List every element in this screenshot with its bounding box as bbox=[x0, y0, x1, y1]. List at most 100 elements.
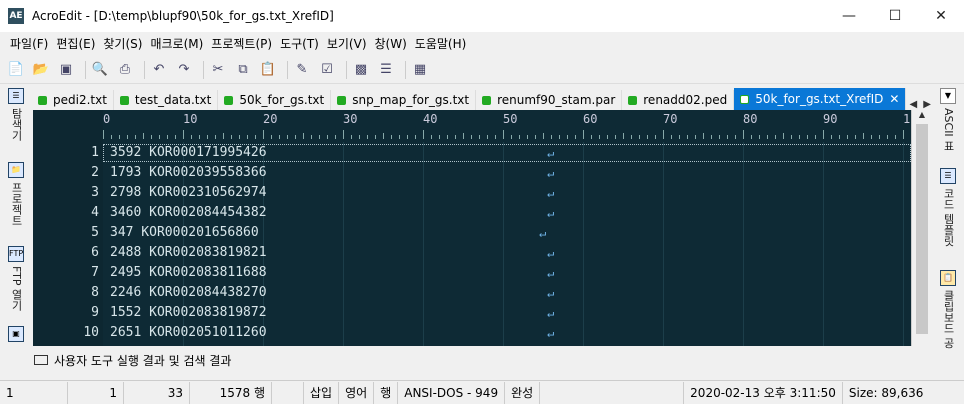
project-tab[interactable]: 📁 프로젝트 bbox=[6, 162, 26, 226]
undo-icon[interactable]: ↶ bbox=[149, 60, 169, 80]
scroll-up-icon[interactable]: ▲ bbox=[912, 110, 932, 119]
tab-snp-map[interactable]: snp_map_for_gs.txt bbox=[331, 90, 477, 110]
ruler-tick bbox=[207, 135, 208, 139]
ruler-tick bbox=[407, 135, 408, 139]
status-language[interactable]: 영어 bbox=[339, 381, 375, 404]
ruler-tick bbox=[903, 130, 904, 139]
menu-tools[interactable]: 도구(T) bbox=[276, 35, 323, 52]
new-file-icon[interactable]: 📄 bbox=[6, 60, 26, 80]
ruler-tick bbox=[719, 135, 720, 139]
tab-label: test_data.txt bbox=[134, 93, 212, 107]
list-icon[interactable]: ☰ bbox=[376, 60, 396, 80]
ruler-tick bbox=[647, 135, 648, 139]
tab-label: 50k_for_gs.txt bbox=[239, 93, 325, 107]
output-panel-tab[interactable]: 사용자 도구 실행 결과 및 검색 결과 bbox=[32, 350, 932, 370]
ascii-table-tab[interactable]: ▼ ASCII 표 bbox=[938, 88, 958, 151]
toolbar-divider bbox=[144, 60, 145, 79]
status-encoding[interactable]: ANSI-DOS - 949 bbox=[398, 381, 506, 404]
maximize-button[interactable]: ☐ bbox=[872, 0, 918, 32]
extra-panel-tab[interactable]: ▣ bbox=[6, 326, 26, 346]
text-line[interactable]: 10 2651 KOR002051011260 ↵ bbox=[33, 324, 911, 342]
ruler-tick bbox=[239, 135, 240, 139]
editor-area[interactable]: 0 10 20 30 40 50 60 70 80 90 10 1 3592 KOR000171995… bbox=[33, 110, 911, 346]
ruler-tick bbox=[479, 135, 480, 139]
clipboard-tab[interactable]: 📋 클립보드 공 bbox=[938, 270, 958, 349]
menu-view[interactable]: 보기(V) bbox=[323, 35, 371, 52]
menu-file[interactable]: 파일(F) bbox=[6, 35, 52, 52]
minimize-button[interactable]: — bbox=[826, 0, 872, 32]
status-column: 1 bbox=[68, 381, 124, 404]
ruler-tick bbox=[439, 135, 440, 139]
text-line[interactable]: 8 2246 KOR002084438270 ↵ bbox=[33, 284, 911, 302]
ruler-tick bbox=[103, 130, 104, 139]
menu-project[interactable]: 프로젝트(P) bbox=[207, 35, 276, 52]
cut-icon[interactable]: ✂ bbox=[208, 60, 228, 80]
menu-macro[interactable]: 매크로(M) bbox=[146, 35, 207, 52]
ruler-tick bbox=[495, 135, 496, 139]
window-title: AcroEdit - [D:\temp\blupf90\50k_for_gs.t… bbox=[32, 9, 334, 23]
menu-help[interactable]: 도움말(H) bbox=[411, 35, 471, 52]
copy-icon[interactable]: ⧉ bbox=[233, 60, 253, 80]
replace-icon[interactable]: ☑ bbox=[317, 60, 337, 80]
text-line[interactable]: 4 3460 KOR002084454382 ↵ bbox=[33, 204, 911, 222]
ruler-tick bbox=[567, 135, 568, 139]
print-preview-icon[interactable]: 🔍 bbox=[90, 60, 110, 80]
print-icon[interactable]: ⎙ bbox=[115, 60, 135, 80]
tab-renadd02[interactable]: renadd02.ped bbox=[622, 90, 735, 110]
ruler-tick bbox=[391, 135, 392, 139]
close-tab-icon[interactable]: ✕ bbox=[889, 92, 899, 106]
find-icon[interactable]: ✎ bbox=[292, 60, 312, 80]
status-size: Size: 89,636 bbox=[848, 385, 924, 400]
save-icon[interactable]: ▣ bbox=[56, 60, 76, 80]
status-autocomplete[interactable]: 완성 bbox=[505, 381, 541, 404]
menu-edit[interactable]: 편집(E) bbox=[52, 35, 99, 52]
menu-window[interactable]: 창(W) bbox=[371, 35, 411, 52]
scroll-thumb[interactable] bbox=[916, 124, 928, 334]
tab-prev-icon[interactable]: ◀ bbox=[906, 99, 920, 110]
ftp-icon: FTP bbox=[8, 246, 24, 262]
text-line[interactable]: 3 2798 KOR002310562974 ↵ bbox=[33, 184, 911, 202]
ruler-tick bbox=[215, 135, 216, 139]
open-folder-icon[interactable]: 📂 bbox=[31, 60, 51, 80]
ruler-tick bbox=[231, 135, 232, 139]
tab-xrefid[interactable]: 50k_for_gs.txt_XrefID ✕ bbox=[734, 88, 907, 110]
tab-50k-for-gs[interactable]: 50k_for_gs.txt bbox=[218, 90, 332, 110]
paste-icon[interactable]: 📋 bbox=[258, 60, 278, 80]
ruler-tick bbox=[527, 135, 528, 139]
ruler-tick bbox=[543, 133, 544, 139]
text-line[interactable]: 5 347 KOR000201656860 ↵ bbox=[33, 224, 911, 242]
tab-test-data[interactable]: test_data.txt bbox=[114, 90, 219, 110]
line-text: 1552 KOR002083819872 bbox=[110, 305, 267, 320]
toolbar-divider bbox=[405, 60, 406, 79]
ruler-tick bbox=[143, 133, 144, 139]
text-line[interactable]: 7 2495 KOR002083811688 ↵ bbox=[33, 264, 911, 282]
ruler-tick bbox=[511, 135, 512, 139]
ftp-label: FTP 열기 bbox=[10, 266, 23, 311]
ftp-tab[interactable]: FTP FTP 열기 bbox=[6, 246, 26, 311]
status-line-mode[interactable]: 행 bbox=[374, 381, 399, 404]
line-text: 347 KOR000201656860 bbox=[110, 225, 259, 240]
text-line[interactable]: 2 1793 KOR002039558366 ↵ bbox=[33, 164, 911, 182]
line-text: 3592 KOR000171995426 bbox=[110, 145, 267, 160]
ruler-tick bbox=[191, 135, 192, 139]
ruler-tick bbox=[831, 135, 832, 139]
ruler-tick bbox=[815, 135, 816, 139]
ruler-tick bbox=[863, 133, 864, 139]
ruler-number: 20 bbox=[263, 112, 278, 126]
text-line[interactable]: 6 2488 KOR002083819821 ↵ bbox=[33, 244, 911, 262]
text-line[interactable]: 9 1552 KOR002083819872 ↵ bbox=[33, 304, 911, 322]
status-insert-mode[interactable]: 삽입 bbox=[304, 381, 340, 404]
calendar-icon[interactable]: ▦ bbox=[410, 60, 430, 80]
close-button[interactable]: ✕ bbox=[918, 0, 964, 32]
code-template-tab[interactable]: ☰ 코드 템플릿 bbox=[938, 168, 958, 247]
redo-icon[interactable]: ↷ bbox=[174, 60, 194, 80]
text-line[interactable]: 1 3592 KOR000171995426 ↵ bbox=[33, 144, 911, 162]
ruler-tick bbox=[775, 135, 776, 139]
explorer-tab[interactable]: ☰ 탐색기 bbox=[6, 88, 26, 141]
macro-icon[interactable]: ▩ bbox=[351, 60, 371, 80]
tab-pedi2[interactable]: pedi2.txt bbox=[32, 90, 114, 110]
tab-renumf90[interactable]: renumf90_stam.par bbox=[476, 90, 623, 110]
ruler-tick bbox=[847, 135, 848, 139]
vertical-scrollbar[interactable]: ▲ bbox=[911, 110, 932, 346]
menu-find[interactable]: 찾기(S) bbox=[99, 35, 146, 52]
